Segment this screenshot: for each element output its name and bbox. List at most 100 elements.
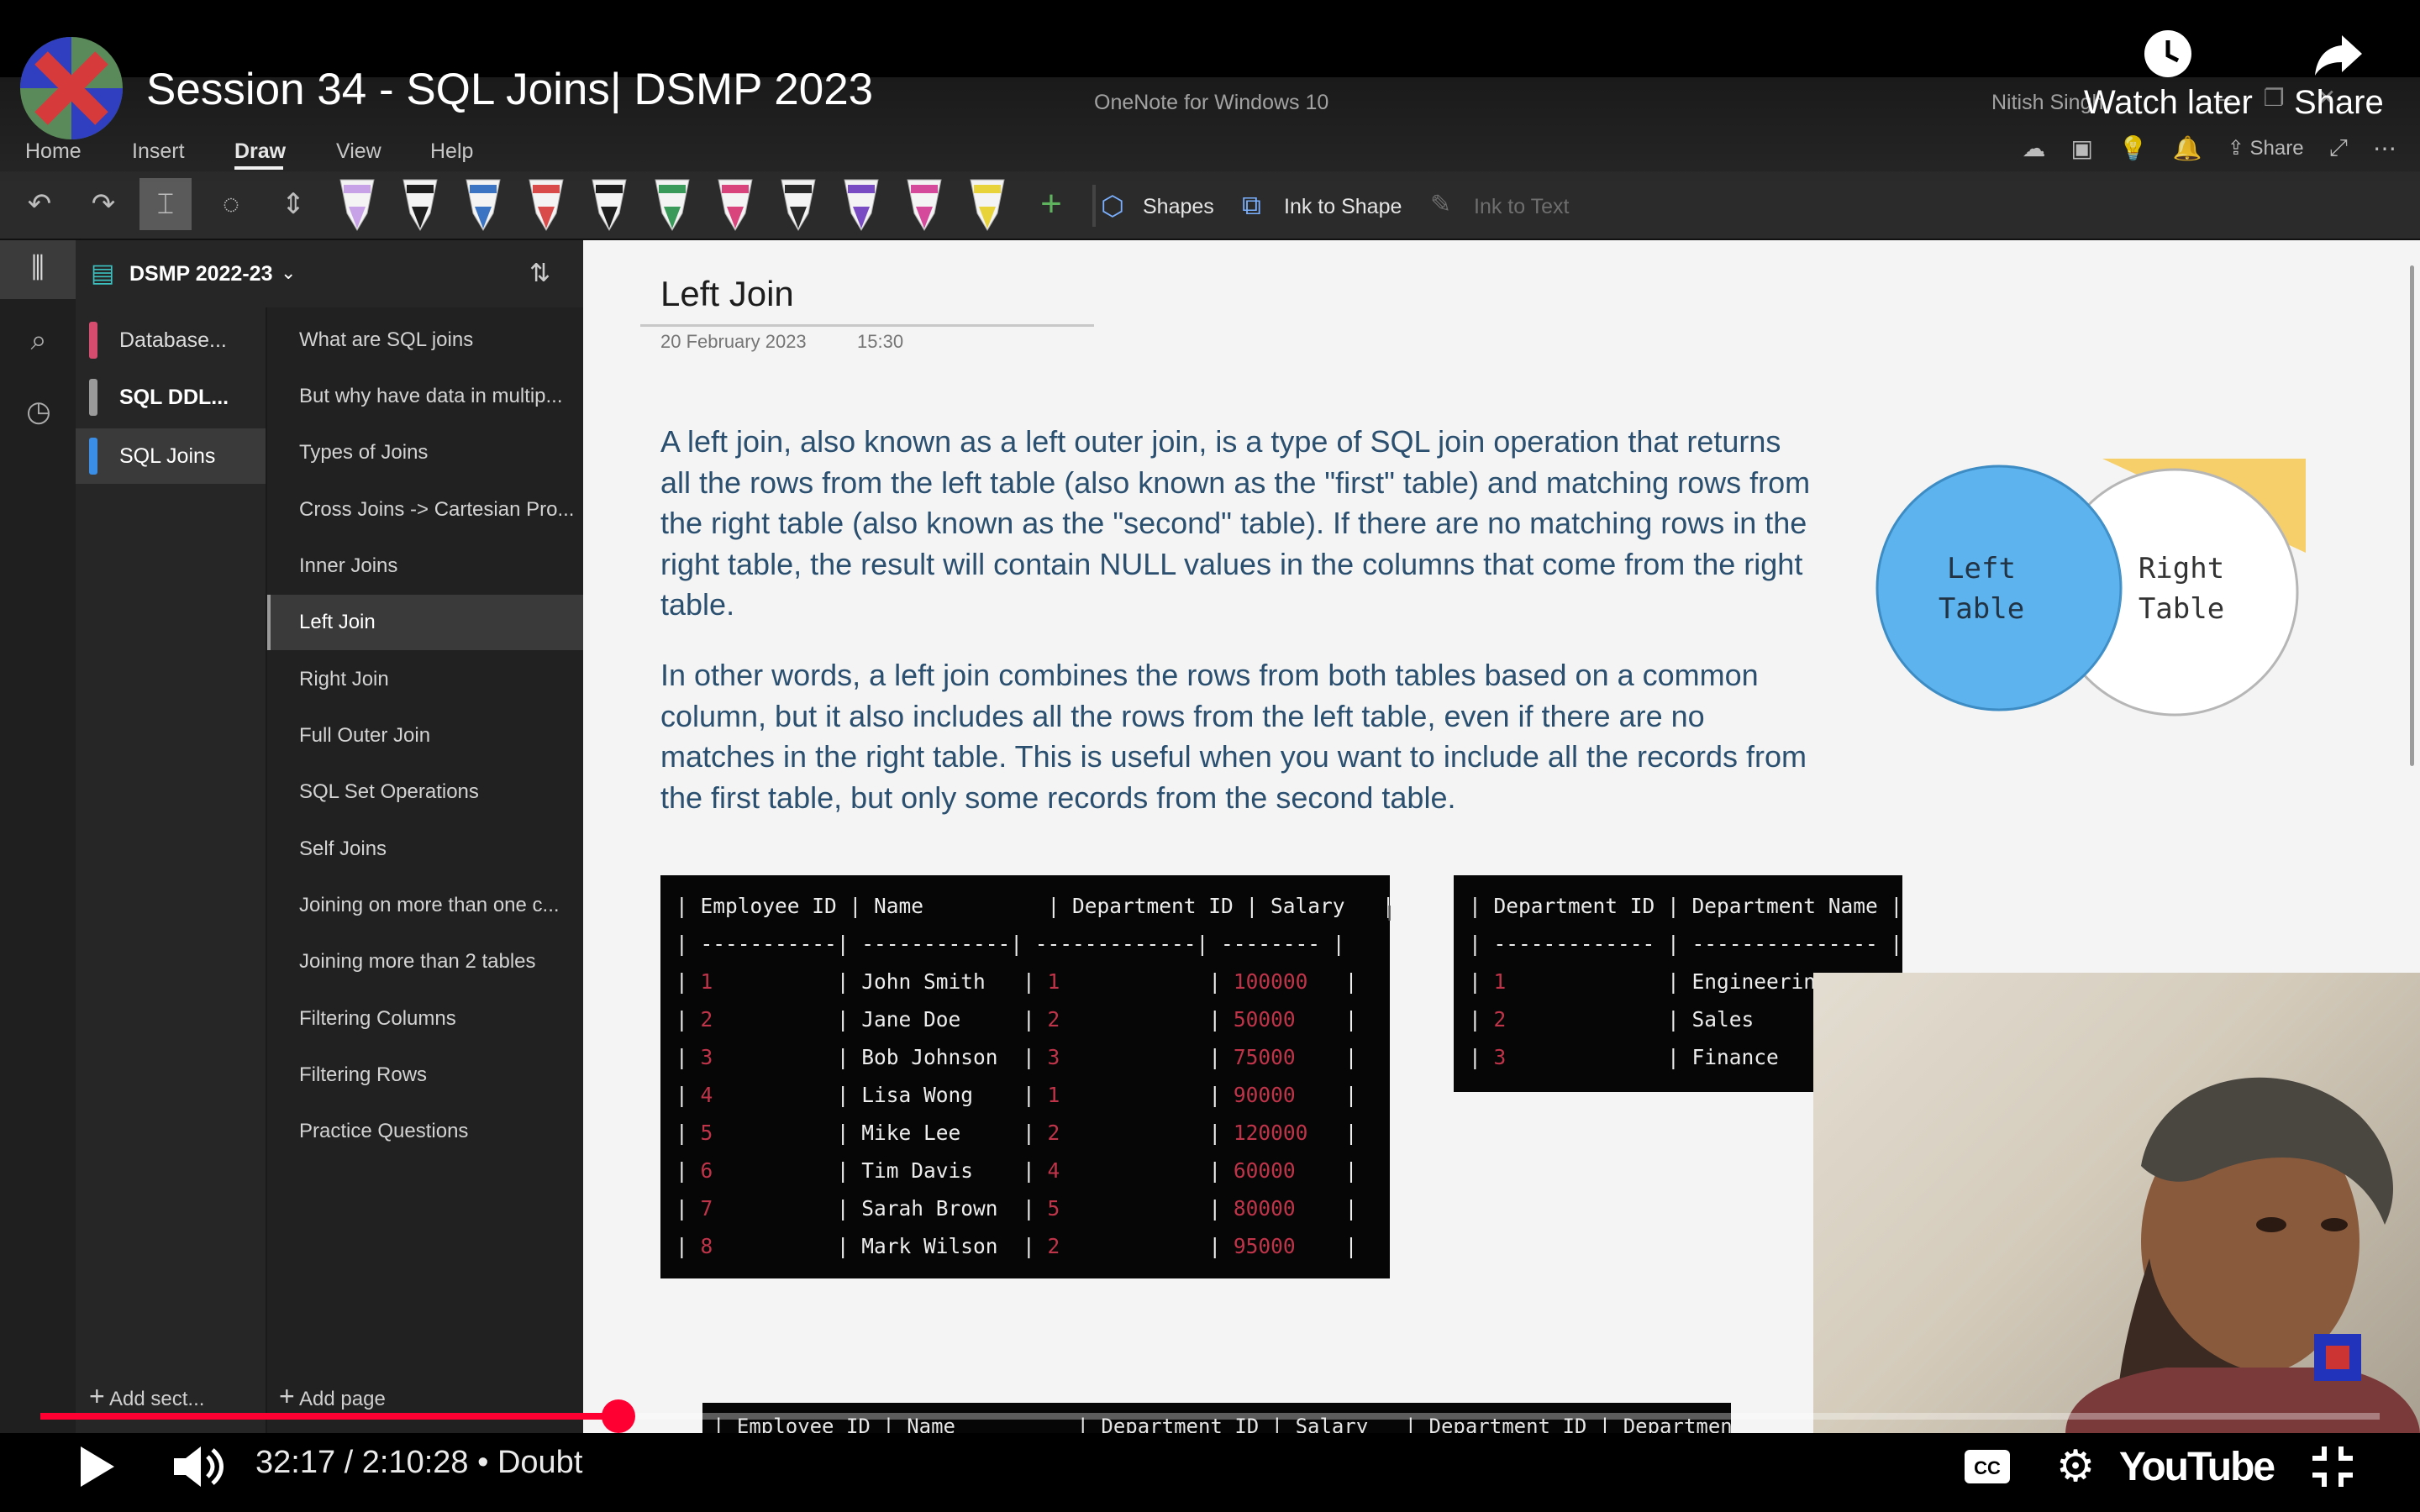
section-color-tab bbox=[89, 379, 97, 416]
settings-gear-icon[interactable]: ⚙ bbox=[2050, 1441, 2101, 1492]
ink-to-shape-icon[interactable]: ⧉ bbox=[1242, 190, 1276, 223]
page-item[interactable]: Joining more than 2 tables bbox=[267, 934, 585, 990]
fullscreen-icon[interactable]: ⤢ bbox=[2329, 134, 2348, 162]
page-item[interactable]: Right Join bbox=[267, 652, 585, 707]
page-item-selected[interactable]: Left Join bbox=[267, 595, 585, 650]
section-item-sql-joins[interactable]: SQL Joins bbox=[76, 428, 266, 484]
channel-avatar[interactable] bbox=[20, 37, 123, 139]
channel-logo-icon bbox=[20, 37, 123, 139]
employees-table[interactable]: | Employee ID | Name | Department ID | S… bbox=[660, 875, 1395, 1278]
shapes-button[interactable]: Shapes bbox=[1143, 195, 1214, 219]
pen-tool[interactable] bbox=[718, 179, 753, 231]
recent-icon[interactable]: ◷ bbox=[18, 395, 59, 435]
pen-tool[interactable] bbox=[844, 179, 879, 231]
notebook-header[interactable]: ▤ DSMP 2022-23 ⌄ ⇅ bbox=[76, 240, 583, 307]
section-label: Database... bbox=[119, 328, 227, 352]
section-item-database[interactable]: Database... bbox=[89, 314, 266, 366]
paragraph-explanation[interactable]: In other words, a left join combines the… bbox=[660, 655, 1812, 818]
pen-tool[interactable] bbox=[339, 179, 375, 231]
section-item-sql-ddl[interactable]: SQL DDL... bbox=[89, 371, 266, 423]
sticky-note-icon[interactable]: ▣ bbox=[2071, 134, 2093, 162]
pen-tool[interactable] bbox=[529, 179, 564, 231]
pen-tool[interactable] bbox=[655, 179, 690, 231]
page-item[interactable]: Cross Joins -> Cartesian Pro... bbox=[267, 482, 585, 538]
shapes-icon[interactable]: ⬡ bbox=[1101, 190, 1134, 223]
search-icon[interactable]: ⌕ bbox=[18, 324, 59, 365]
table-row: | 6 | Tim Davis | 4 | 60000 | bbox=[676, 1158, 1358, 1183]
page-item[interactable]: Self Joins bbox=[267, 822, 585, 877]
add-space-icon[interactable]: ⇕ bbox=[267, 178, 319, 230]
volume-icon bbox=[174, 1446, 224, 1487]
table-header-row: | Employee ID | Name | Department ID | S… bbox=[676, 894, 1395, 918]
volume-button[interactable] bbox=[168, 1441, 229, 1492]
venn-diagram[interactable]: Left Table Right Table bbox=[1865, 454, 2311, 722]
share-video-button[interactable]: Share bbox=[2294, 29, 2384, 122]
page-time: 15:30 bbox=[857, 331, 904, 352]
ink-to-text-button: Ink to Text bbox=[1474, 195, 1570, 218]
redo-icon[interactable]: ↷ bbox=[77, 178, 129, 230]
sort-icon[interactable]: ⇅ bbox=[529, 259, 550, 288]
pen-tool[interactable] bbox=[466, 179, 501, 231]
add-page-button[interactable]: + Add page bbox=[279, 1381, 386, 1412]
bell-icon[interactable]: 🔔 bbox=[2173, 134, 2202, 162]
page-item[interactable]: Practice Questions bbox=[267, 1104, 585, 1159]
page-item[interactable]: Filtering Columns bbox=[267, 991, 585, 1047]
paragraph-definition[interactable]: A left join, also known as a left outer … bbox=[660, 422, 1812, 626]
pen-tool[interactable] bbox=[592, 179, 627, 231]
section-color-tab bbox=[89, 438, 97, 475]
left-table-circle bbox=[1876, 465, 2123, 711]
page-item[interactable]: Joining on more than one c... bbox=[267, 878, 585, 933]
page-item[interactable]: What are SQL joins bbox=[267, 312, 585, 368]
page-title[interactable]: Left Join bbox=[660, 274, 794, 314]
notebook-icon: ▤ bbox=[91, 260, 115, 287]
progress-scrubber[interactable] bbox=[602, 1399, 635, 1433]
presenter-figure bbox=[2065, 1077, 2420, 1435]
sync-icon[interactable]: ☁ bbox=[2023, 134, 2046, 162]
page-item[interactable]: Types of Joins bbox=[267, 425, 585, 480]
share-arrow-icon bbox=[2315, 35, 2363, 76]
menu-view[interactable]: View bbox=[336, 139, 381, 164]
watch-later-button[interactable]: Watch later bbox=[2084, 29, 2253, 122]
type-select-icon[interactable]: ⌶ bbox=[139, 178, 192, 230]
share-label: Share bbox=[2249, 137, 2304, 160]
menu-home[interactable]: Home bbox=[25, 139, 82, 164]
menu-help[interactable]: Help bbox=[430, 139, 473, 164]
play-button[interactable] bbox=[71, 1441, 121, 1492]
clock-icon bbox=[2144, 30, 2192, 77]
pen-tool[interactable] bbox=[402, 179, 438, 231]
pen-tool[interactable] bbox=[907, 179, 942, 231]
notebooks-icon[interactable]: ⫼ bbox=[0, 240, 76, 299]
page-item[interactable]: Filtering Rows bbox=[267, 1047, 585, 1103]
more-icon[interactable]: ⋯ bbox=[2373, 134, 2396, 162]
page-item[interactable]: Full Outer Join bbox=[267, 708, 585, 764]
share-button[interactable]: ⇪ Share bbox=[2228, 136, 2304, 160]
presenter-webcam bbox=[1813, 973, 2420, 1435]
lasso-select-icon[interactable]: ◌ bbox=[205, 178, 257, 230]
youtube-logo[interactable]: YouTube bbox=[2119, 1441, 2275, 1492]
ribbon-right-icons: ☁ ▣ 💡 🔔 ⇪ Share ⤢ ⋯ bbox=[2023, 134, 2396, 162]
share-icon: ⇪ bbox=[2227, 137, 2244, 160]
pen-tool[interactable] bbox=[970, 179, 1005, 231]
undo-icon[interactable]: ↶ bbox=[13, 178, 66, 230]
pen-tray[interactable] bbox=[332, 173, 1071, 237]
captions-button[interactable]: CC bbox=[1958, 1441, 2017, 1492]
chevron-down-icon[interactable]: ⌄ bbox=[281, 262, 296, 284]
table-row: | 2 | Jane Doe | 2 | 50000 | bbox=[676, 1007, 1358, 1032]
page-item[interactable]: But why have data in multip... bbox=[267, 369, 585, 424]
lightbulb-icon[interactable]: 💡 bbox=[2118, 134, 2148, 162]
menu-insert[interactable]: Insert bbox=[132, 139, 185, 164]
section-label: SQL Joins bbox=[119, 444, 216, 468]
add-pen-icon[interactable]: + bbox=[1025, 178, 1077, 230]
menu-draw[interactable]: Draw bbox=[234, 139, 286, 164]
exit-fullscreen-button[interactable] bbox=[2307, 1441, 2358, 1492]
right-table-label-2: Table bbox=[2139, 592, 2224, 626]
add-section-button[interactable]: + Add sect... bbox=[89, 1381, 204, 1412]
ink-to-shape-button[interactable]: Ink to Shape bbox=[1284, 195, 1402, 219]
page-list: What are SQL joins But why have data in … bbox=[266, 307, 585, 1433]
play-icon bbox=[81, 1446, 114, 1487]
page-item[interactable]: Inner Joins bbox=[267, 538, 585, 594]
pen-tool[interactable] bbox=[781, 179, 816, 231]
page-item[interactable]: SQL Set Operations bbox=[267, 764, 585, 820]
page-scrollbar[interactable] bbox=[2410, 265, 2414, 766]
video-title[interactable]: Session 34 - SQL Joins| DSMP 2023 bbox=[146, 64, 873, 115]
